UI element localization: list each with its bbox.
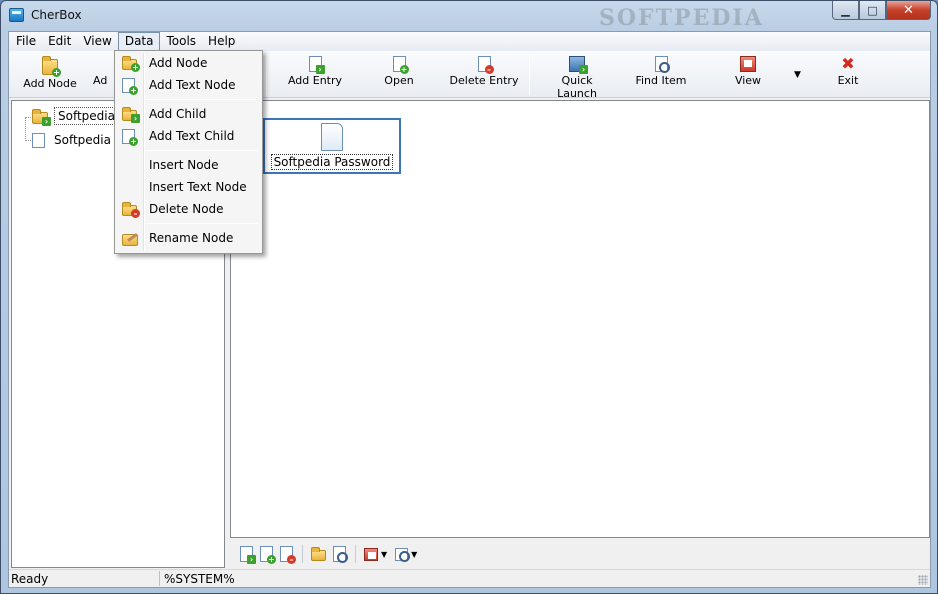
tree-node[interactable]: Softpedia xyxy=(32,130,114,150)
window-title: CherBox xyxy=(31,8,82,22)
toolbar-separator xyxy=(266,55,267,95)
sort-dropdown-arrow[interactable]: ▼ xyxy=(411,550,417,559)
menu-item-rename-node[interactable]: Rename Node xyxy=(117,228,260,250)
view-label: View xyxy=(734,74,762,87)
exit-x-icon: ✖ xyxy=(841,54,855,73)
tree-node-label[interactable]: Softpedia xyxy=(54,107,119,125)
menu-bar: File Edit View Data Tools Help xyxy=(9,32,930,51)
menu-help[interactable]: Help xyxy=(202,32,241,51)
menu-item-add-text-child[interactable]: + Add Text Child xyxy=(117,126,260,148)
add-text-node-label: Ad xyxy=(93,74,108,87)
app-window: CherBox SOFTPEDIA ▁ □ ✕ File Edit View D… xyxy=(0,0,938,594)
minimize-icon: ▁ xyxy=(841,3,850,17)
quick-launch-label: Quick Launch xyxy=(557,74,597,100)
entry-item[interactable]: Softpedia Password xyxy=(263,118,401,174)
delete-entry-label: Delete Entry xyxy=(449,74,519,87)
exit-label: Exit xyxy=(837,74,859,87)
menu-item-add-child[interactable]: › Add Child xyxy=(117,104,260,126)
caption-buttons: ▁ □ ✕ xyxy=(832,1,931,20)
document-icon xyxy=(321,123,343,151)
view-button[interactable]: View xyxy=(731,56,765,94)
folder-add-icon: + xyxy=(122,56,140,72)
add-text-node-button[interactable]: Ad xyxy=(93,56,113,94)
add-entry-label: Add Entry xyxy=(287,74,343,87)
page-delete-icon: – xyxy=(477,56,494,74)
page-open-icon: + xyxy=(392,56,409,74)
menu-separator xyxy=(145,99,258,100)
add-node-label: Add Node xyxy=(23,77,77,90)
menu-data[interactable]: Data xyxy=(117,32,161,51)
quick-launch-button[interactable]: › Quick Launch xyxy=(541,56,613,100)
maximize-icon: □ xyxy=(867,3,878,17)
status-bar: Ready %SYSTEM% xyxy=(9,569,930,587)
find-item-button[interactable]: Find Item xyxy=(633,56,689,94)
toolbar-separator xyxy=(355,545,356,563)
entry-toolbar: › + – ▼ ▼ xyxy=(230,540,930,568)
resize-grip[interactable] xyxy=(918,575,928,585)
menu-item-add-text-node[interactable]: + Add Text Node xyxy=(117,75,260,97)
title-bar[interactable]: CherBox SOFTPEDIA ▁ □ ✕ xyxy=(1,1,937,31)
tree-node[interactable]: › Softpedia xyxy=(32,106,119,126)
status-user: %SYSTEM% xyxy=(164,572,235,586)
folder-open-icon: › xyxy=(32,108,51,126)
view-mode-icon[interactable] xyxy=(364,547,378,561)
find-item-label: Find Item xyxy=(635,74,687,87)
watermark-logo: SOFTPEDIA xyxy=(599,5,764,31)
folder-add-icon: + xyxy=(42,56,61,77)
menu-edit[interactable]: Edit xyxy=(42,32,77,51)
delete-entry-icon[interactable]: – xyxy=(280,546,296,564)
entry-list[interactable]: Softpedia Password xyxy=(230,100,930,538)
sort-icon[interactable] xyxy=(395,547,411,562)
add-entry-button[interactable]: › Add Entry xyxy=(281,56,349,94)
add-entry-icon[interactable]: › xyxy=(240,546,256,564)
rename-icon xyxy=(122,234,138,246)
menu-item-add-node[interactable]: + Add Node xyxy=(117,53,260,75)
tree-node-label[interactable]: Softpedia xyxy=(51,132,114,148)
minimize-button[interactable]: ▁ xyxy=(832,1,859,20)
menu-item-insert-node[interactable]: Insert Node xyxy=(117,155,260,177)
view-icon xyxy=(740,56,756,72)
menu-separator xyxy=(145,150,258,151)
page-child-icon: + xyxy=(122,129,138,146)
toolbar-separator-2 xyxy=(529,55,530,95)
view-mode-dropdown-arrow[interactable]: ▼ xyxy=(381,550,387,559)
delete-entry-button[interactable]: – Delete Entry xyxy=(449,56,519,94)
tree-connector xyxy=(25,117,26,141)
menu-separator xyxy=(145,223,258,224)
menu-view[interactable]: View xyxy=(77,32,117,51)
menu-item-insert-text-node[interactable]: Insert Text Node xyxy=(117,177,260,199)
toolbar-separator xyxy=(302,545,303,563)
open-button[interactable]: + Open xyxy=(375,56,423,94)
page-add-icon: + xyxy=(122,78,138,95)
folder-delete-icon: – xyxy=(122,202,140,218)
quick-launch-icon: › xyxy=(569,56,588,74)
close-button[interactable]: ✕ xyxy=(886,1,931,20)
menu-tools[interactable]: Tools xyxy=(160,32,202,51)
app-icon xyxy=(9,8,24,22)
properties-icon[interactable] xyxy=(333,546,348,563)
status-text: Ready xyxy=(11,572,49,586)
folder-child-icon: › xyxy=(122,107,140,123)
page-add-icon: › xyxy=(308,56,325,74)
close-icon: ✕ xyxy=(903,2,914,18)
data-menu-dropdown: + Add Node + Add Text Node › Add Child +… xyxy=(114,50,263,254)
open-entry-icon[interactable]: + xyxy=(260,546,276,564)
add-node-button[interactable]: + Add Node xyxy=(19,56,81,94)
text-node-icon xyxy=(32,132,45,148)
status-divider xyxy=(159,571,160,586)
open-folder-icon[interactable] xyxy=(311,547,326,561)
entry-name: Softpedia Password xyxy=(270,154,394,170)
menu-item-delete-node[interactable]: – Delete Node xyxy=(117,199,260,221)
maximize-button[interactable]: □ xyxy=(859,1,886,20)
exit-button[interactable]: ✖ Exit xyxy=(831,56,865,94)
menu-file[interactable]: File xyxy=(10,32,42,51)
view-dropdown-arrow[interactable]: ▼ xyxy=(794,70,801,80)
find-icon xyxy=(654,56,670,73)
open-label: Open xyxy=(384,74,414,87)
